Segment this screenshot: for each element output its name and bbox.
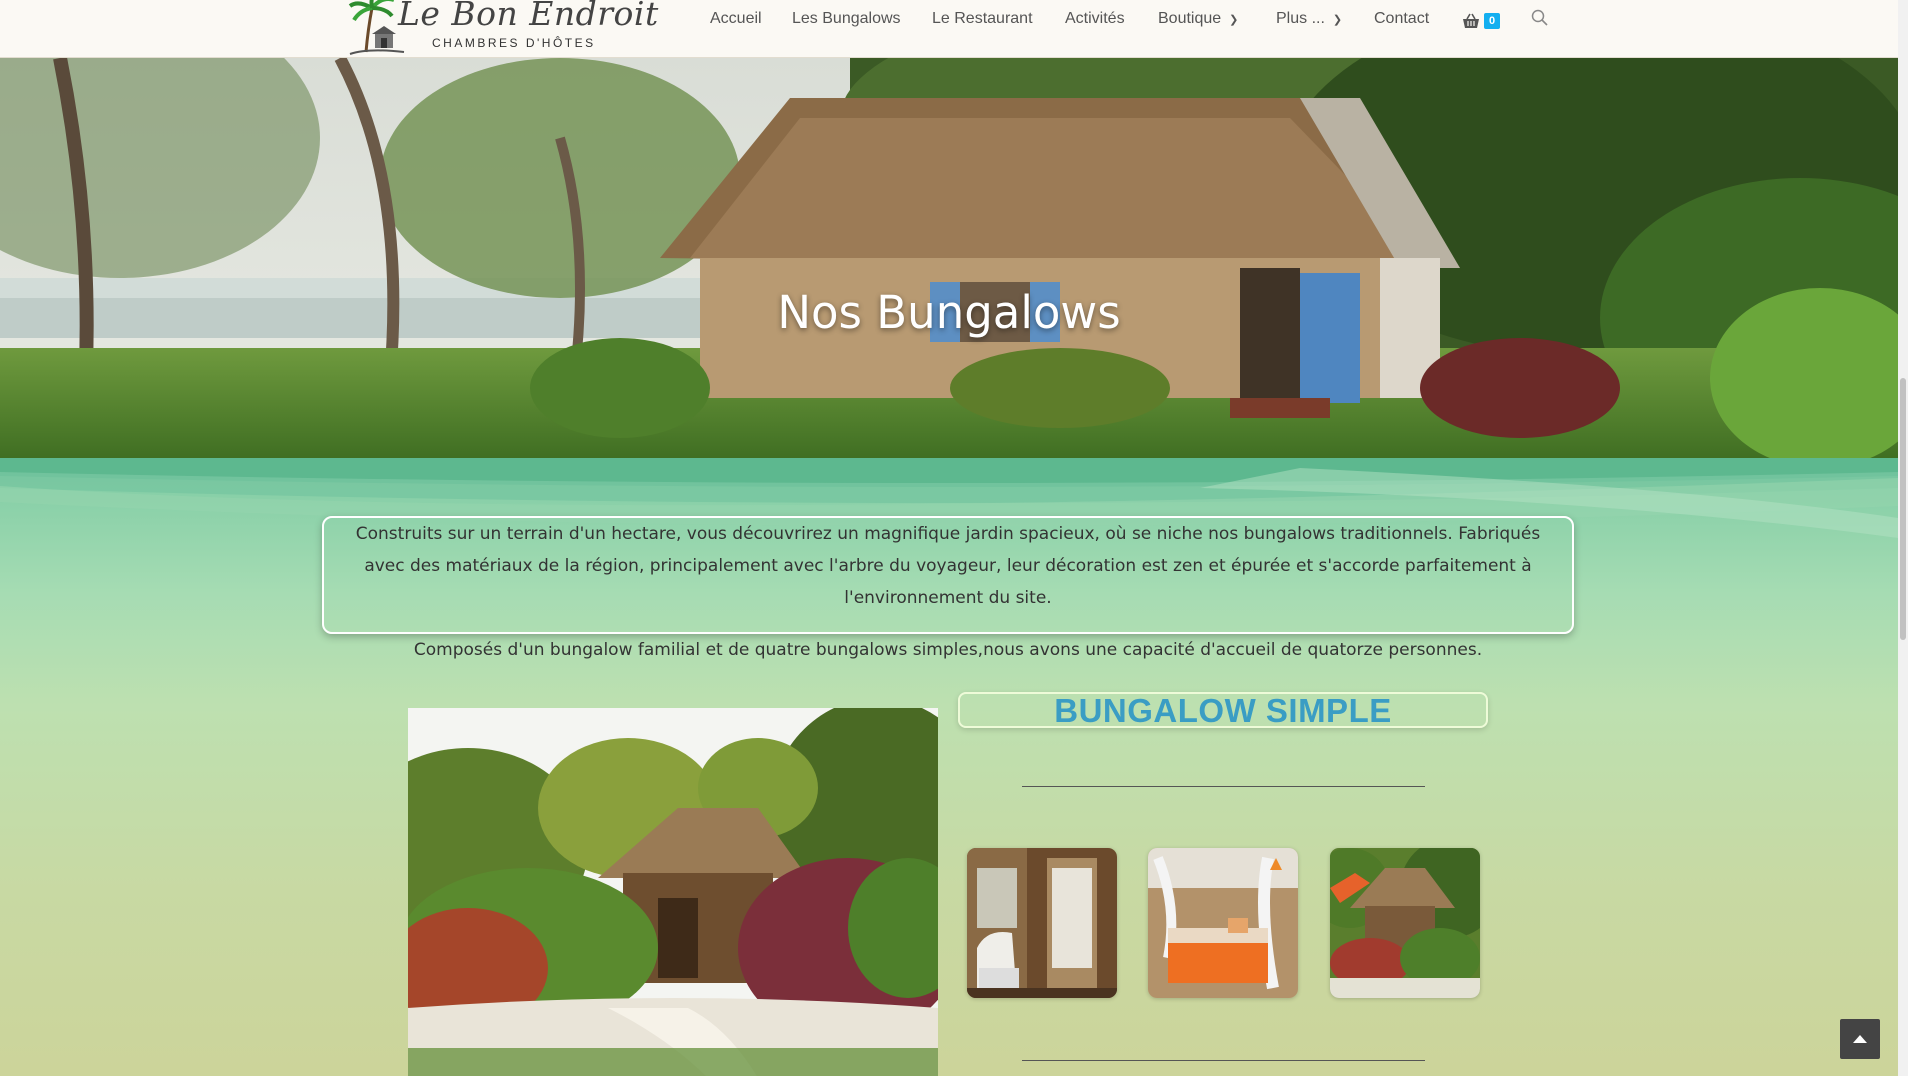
gallery-thumbnail-interior[interactable] xyxy=(967,848,1117,998)
bungalow-garden-image xyxy=(408,708,938,1076)
bungalow-bedroom-image xyxy=(1148,848,1298,998)
chevron-down-icon: ❯ xyxy=(1332,14,1343,26)
intro-text-box: Construits sur un terrain d'un hectare, … xyxy=(322,516,1574,660)
bungalow-interior-image xyxy=(967,848,1117,998)
logo-subtitle: CHAMBRES D'HÔTES xyxy=(432,36,596,50)
gallery-thumbnail-bedroom[interactable] xyxy=(1148,848,1298,998)
nav-item-les-bungalows[interactable]: Les Bungalows xyxy=(792,10,901,28)
hero-title: Nos Bungalows xyxy=(777,286,1121,339)
bungalow-main-photo[interactable] xyxy=(408,708,938,1076)
page-scrollbar[interactable] xyxy=(1898,0,1908,1076)
back-to-top-button[interactable] xyxy=(1840,1019,1880,1059)
nav-item-plus[interactable]: Plus ... ❯ xyxy=(1276,10,1342,28)
nav-item-activites[interactable]: Activités xyxy=(1065,10,1125,28)
nav-item-boutique-label: Boutique xyxy=(1158,10,1222,27)
content-section: Construits sur un terrain d'un hectare, … xyxy=(0,458,1898,1076)
divider-line xyxy=(1022,786,1425,787)
section-title-box: BUNGALOW SIMPLE xyxy=(958,692,1488,728)
nav-item-accueil[interactable]: Accueil xyxy=(710,10,762,28)
intro-paragraph: Composés d'un bungalow familial et de qu… xyxy=(413,640,1483,660)
basket-icon xyxy=(1463,13,1479,28)
cart-button[interactable]: 0 xyxy=(1462,11,1508,31)
search-button[interactable] xyxy=(1531,9,1551,31)
bungalow-exterior-image xyxy=(1330,848,1480,998)
section-title: BUNGALOW SIMPLE xyxy=(1054,692,1392,729)
site-logo[interactable]: Le Bon Endroit CHAMBRES D'HÔTES xyxy=(348,0,658,56)
hero-bungalow-image xyxy=(0,58,1898,460)
nav-item-plus-label: Plus ... xyxy=(1276,10,1325,27)
logo-title: Le Bon Endroit xyxy=(398,0,659,33)
nav-item-boutique[interactable]: Boutique ❯ xyxy=(1158,10,1238,28)
hero-banner: Nos Bungalows xyxy=(0,58,1898,460)
nav-item-contact[interactable]: Contact xyxy=(1374,10,1429,28)
chevron-up-icon xyxy=(1853,1035,1867,1043)
search-icon xyxy=(1531,9,1548,26)
intro-paragraph: Construits sur un terrain d'un hectare, … xyxy=(355,524,1541,608)
divider-line xyxy=(1022,1060,1425,1061)
nav-item-le-restaurant[interactable]: Le Restaurant xyxy=(932,10,1033,28)
scrollbar-thumb[interactable] xyxy=(1900,378,1906,640)
gallery-thumbnail-exterior[interactable] xyxy=(1330,848,1480,998)
site-header: Le Bon Endroit CHAMBRES D'HÔTES Accueil … xyxy=(0,0,1898,58)
cart-count-badge: 0 xyxy=(1484,13,1500,29)
chevron-down-icon: ❯ xyxy=(1229,14,1239,26)
